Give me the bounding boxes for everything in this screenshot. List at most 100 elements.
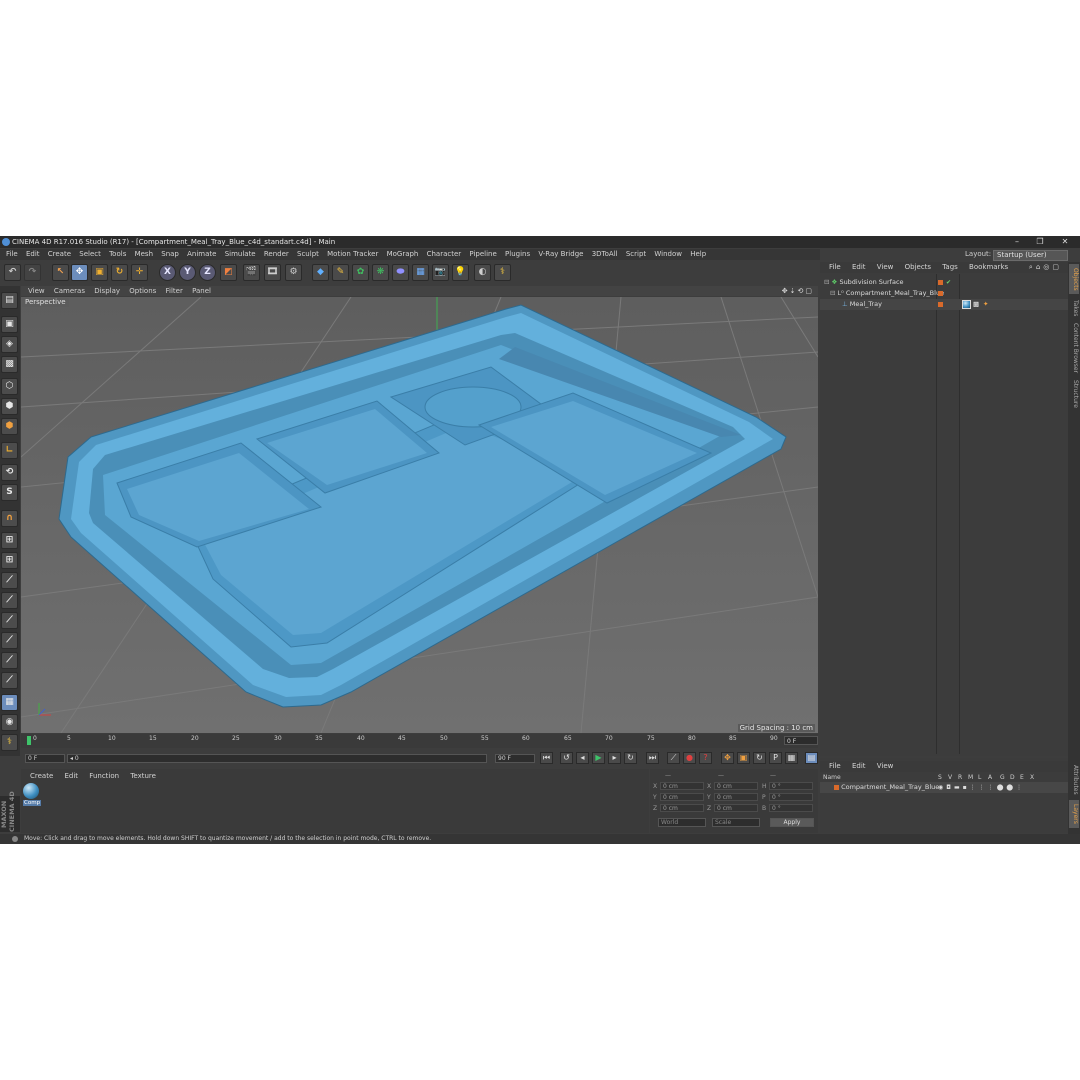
render-picture-viewer-icon[interactable]: 🎞 (264, 264, 281, 281)
tab-objects[interactable]: Objects (1069, 264, 1079, 294)
bevel-icon[interactable]: ⟋ (1, 652, 18, 669)
playhead[interactable] (27, 736, 31, 745)
uvw-tag-icon[interactable]: ▩ (973, 299, 979, 310)
edges-mode-icon[interactable]: ⬢ (1, 398, 18, 415)
material-swatch[interactable] (23, 783, 39, 799)
make-editable-icon[interactable]: ▤ (1, 292, 18, 309)
record-icon[interactable]: ● (683, 752, 696, 764)
key-rotation-icon[interactable]: ↻ (753, 752, 766, 764)
autokey-icon[interactable]: ? (699, 752, 712, 764)
camera-icon[interactable]: 📷 (432, 264, 449, 281)
tab-structure[interactable]: Structure (1069, 376, 1079, 412)
material-menu-edit[interactable]: Edit (65, 772, 79, 780)
object-row-compartment[interactable]: ⊟ L⁰ Compartment_Meal_Tray_Blue (820, 288, 1068, 299)
end-frame-field[interactable]: 90 F (495, 754, 535, 763)
menu-window[interactable]: Window (654, 249, 682, 260)
menu-mograph[interactable]: MoGraph (387, 249, 419, 260)
cube-icon[interactable]: ◆ (312, 264, 329, 281)
viewport-nav-icons[interactable]: ✥⇣⟲▢ (782, 286, 814, 296)
rotate-tool-icon[interactable]: ↻ (111, 264, 128, 281)
material-menu-texture[interactable]: Texture (130, 772, 156, 780)
prev-key-icon[interactable]: ↺ (560, 752, 573, 764)
pin-icon[interactable]: ⟋ (1, 572, 18, 589)
viewport-menu-panel[interactable]: Panel (192, 287, 211, 295)
layer-flags-icons[interactable]: ◉◘▬▪⋮⋮⋮⬤⬤⋮ (938, 782, 1025, 793)
goto-start-icon[interactable]: ⏮ (540, 752, 553, 764)
om-menu-tags[interactable]: Tags (942, 263, 958, 271)
pen-spline-icon[interactable]: ✎ (332, 264, 349, 281)
minimize-button[interactable]: – (1008, 236, 1026, 248)
material-menu-function[interactable]: Function (89, 772, 119, 780)
om-menu-objects[interactable]: Objects (905, 263, 931, 271)
material-menu-create[interactable]: Create (30, 772, 53, 780)
floor-icon[interactable]: ▦ (412, 264, 429, 281)
coord-system-dropdown[interactable]: World (658, 818, 706, 827)
polygons-mode-icon[interactable]: ⬢ (1, 418, 18, 435)
recent-tool-icon[interactable]: ✛ (131, 264, 148, 281)
menu-tools[interactable]: Tools (109, 249, 126, 260)
undo-icon[interactable]: ↶ (4, 264, 21, 281)
model-mode-icon[interactable]: ▣ (1, 316, 18, 333)
menu-plugins[interactable]: Plugins (505, 249, 530, 260)
menu-file[interactable]: File (6, 249, 18, 260)
extrude-icon[interactable]: ⟋ (1, 632, 18, 649)
key-param-icon[interactable]: P (769, 752, 782, 764)
prev-frame-icon[interactable]: ◂ (576, 752, 589, 764)
knife-icon[interactable]: ⟋ (1, 612, 18, 629)
current-frame-field[interactable]: 0 F (784, 736, 818, 745)
apply-button[interactable]: Apply (770, 818, 814, 827)
viewport-menu-cameras[interactable]: Cameras (54, 287, 85, 295)
menu-select[interactable]: Select (79, 249, 101, 260)
om-menu-file[interactable]: File (829, 263, 841, 271)
brush-icon[interactable]: ⟋ (1, 592, 18, 609)
next-key-icon[interactable]: ↻ (624, 752, 637, 764)
size-mode-dropdown[interactable]: Scale (712, 818, 760, 827)
workplane-icon[interactable]: ⊞ (1, 552, 18, 569)
start-frame-field[interactable]: 0 F (25, 754, 65, 763)
menu-create[interactable]: Create (48, 249, 71, 260)
keyframe-icon[interactable]: ⟋ (667, 752, 680, 764)
vray-icon[interactable]: ◐ (474, 264, 491, 281)
viewport-menu-options[interactable]: Options (129, 287, 156, 295)
z-axis-lock-button[interactable]: Z (199, 264, 216, 281)
deformer-icon[interactable]: ⬬ (392, 264, 409, 281)
menu-edit[interactable]: Edit (26, 249, 40, 260)
points-mode-icon[interactable]: ⬡ (1, 378, 18, 395)
subdivision-icon[interactable]: ✿ (352, 264, 369, 281)
script-icon[interactable]: ⚕ (1, 734, 18, 751)
bridge-icon[interactable]: ⟋ (1, 672, 18, 689)
menu-simulate[interactable]: Simulate (225, 249, 256, 260)
render-view-icon[interactable]: 🎬 (243, 264, 260, 281)
tab-attributes[interactable]: Attributes (1069, 762, 1079, 798)
axis-mode-icon[interactable]: ∟ (1, 442, 18, 459)
python-icon[interactable]: ⚕ (494, 264, 511, 281)
menu-sculpt[interactable]: Sculpt (297, 249, 319, 260)
timeline-window-icon[interactable]: ▤ (805, 752, 818, 764)
menu-mesh[interactable]: Mesh (135, 249, 153, 260)
om-search-icons[interactable]: ⌕⌂◎▢ (1029, 262, 1062, 273)
solo-mode-icon[interactable]: ◉ (1, 714, 18, 731)
next-frame-icon[interactable]: ▸ (608, 752, 621, 764)
key-position-icon[interactable]: ✥ (721, 752, 734, 764)
3d-viewport[interactable]: Perspective Grid Spacing : 10 cm (21, 297, 818, 733)
texture-mode-icon[interactable]: ◈ (1, 336, 18, 353)
object-row-subdivision[interactable]: ⊟ ❖ Subdivision Surface ✔ (820, 277, 1068, 288)
viewport-menu-display[interactable]: Display (94, 287, 120, 295)
mograph-cloner-icon[interactable]: ❋ (372, 264, 389, 281)
scale-tool-icon[interactable]: ▣ (91, 264, 108, 281)
x-axis-lock-button[interactable]: X (159, 264, 176, 281)
layout-dropdown[interactable]: Startup (User) (993, 250, 1068, 261)
tab-content-browser[interactable]: Content Browser (1069, 322, 1079, 374)
menu-vray-bridge[interactable]: V-Ray Bridge (538, 249, 583, 260)
material-tag-icon[interactable] (962, 300, 971, 309)
key-pla-icon[interactable]: ▦ (785, 752, 798, 764)
menu-3dtoall[interactable]: 3DToAll (592, 249, 618, 260)
lm-menu-file[interactable]: File (829, 762, 841, 770)
redo-icon[interactable]: ↷ (24, 264, 41, 281)
menu-character[interactable]: Character (427, 249, 462, 260)
object-row-meal-tray[interactable]: ⊥ Meal_Tray ▩ ✦ (820, 299, 1068, 310)
visibility-check-icon[interactable]: ✔ (946, 277, 951, 288)
light-icon[interactable]: 💡 (452, 264, 469, 281)
lm-menu-edit[interactable]: Edit (852, 762, 866, 770)
timeline-ruler[interactable]: 0 5 10 15 20 25 30 35 40 45 50 55 60 65 … (21, 734, 818, 748)
